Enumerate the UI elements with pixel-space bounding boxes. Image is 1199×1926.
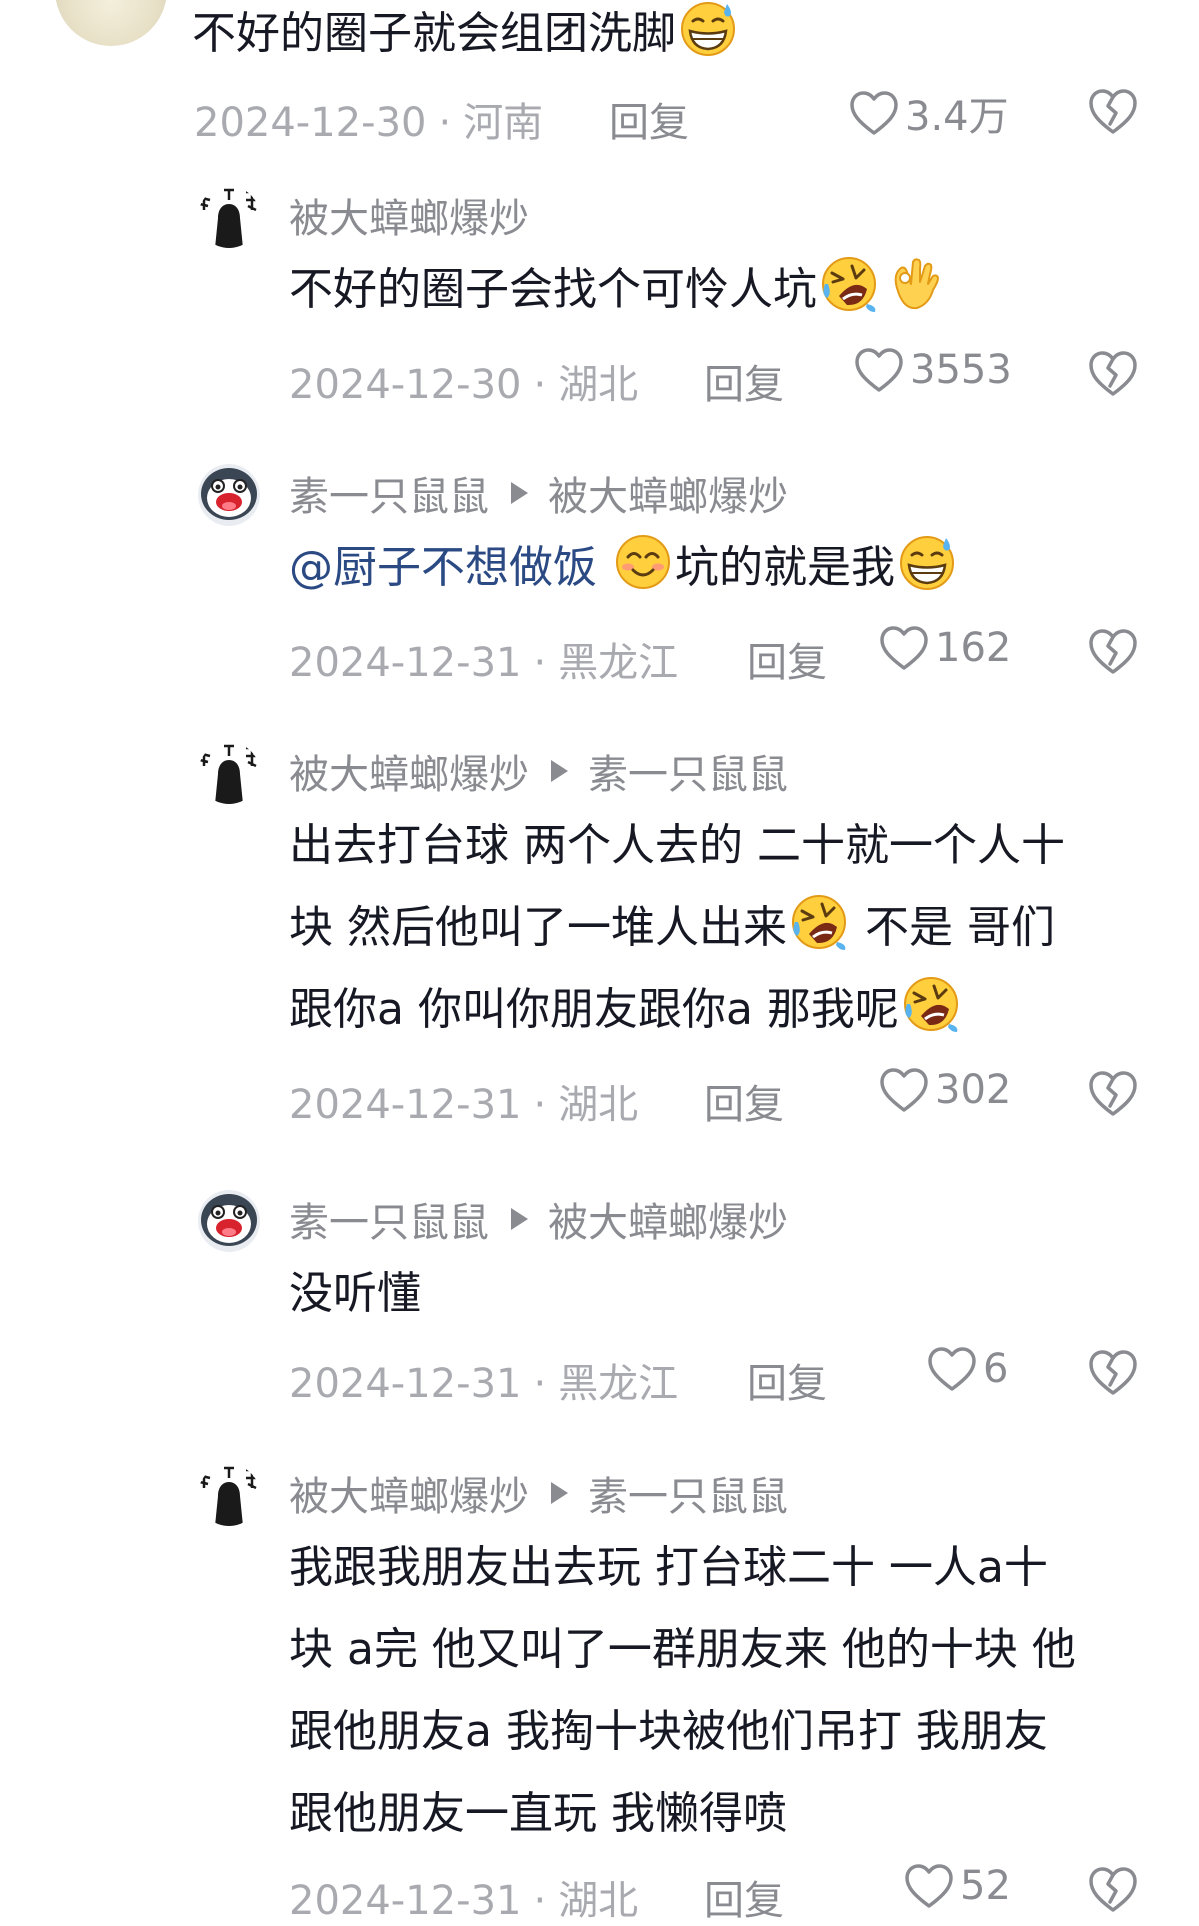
reply-to-name[interactable]: 被大蟑螂爆炒 — [548, 1190, 788, 1248]
reply-arrow-icon — [511, 482, 528, 504]
comment-text-line: 跟你a 你叫你朋友跟你a 那我呢 — [289, 969, 1149, 1051]
comment-text-content: 不好的圈子就会组团洗脚 — [192, 8, 676, 59]
comment-text-line: 跟他朋友一直玩 我懒得喷 — [289, 1788, 787, 1839]
blush-smile-emoji-icon — [613, 532, 673, 592]
like-button[interactable]: 6 — [927, 1345, 1008, 1393]
broken-heart-icon — [1087, 86, 1139, 136]
mention-link[interactable]: @厨子不想做饭 — [289, 542, 597, 593]
dislike-button[interactable] — [1087, 1864, 1139, 1914]
broken-heart-icon — [1087, 1864, 1139, 1914]
comment-date-location: 2024-12-31 · 湖北 — [289, 1878, 639, 1924]
broken-heart-icon — [1087, 348, 1139, 398]
comment-meta: 2024-12-30 · 河南 回复 3.4万 — [194, 84, 1139, 146]
comment-meta: 2024-12-31 · 湖北 回复 52 — [289, 1862, 1139, 1924]
comment-text-content: 不好的圈子会找个可怜人坑 — [289, 264, 817, 315]
avatar[interactable] — [55, 0, 167, 46]
reply-button[interactable]: 回复 — [609, 90, 689, 148]
author-name[interactable]: 被大蟑螂爆炒 — [289, 742, 529, 800]
comment-thread: 不好的圈子就会组团洗脚 2024-12-30 · 河南 回复 3.4万 被大蟑螂爆炒… — [0, 0, 1199, 1924]
avatar[interactable] — [198, 742, 260, 804]
reply-arrow-icon — [511, 1208, 528, 1230]
comment-text: 我跟我朋友出去玩 打台球二十 一人a十 块 a完 他又叫了一群朋友来 他的十块 … — [289, 1527, 1149, 1855]
dislike-button[interactable] — [1087, 348, 1139, 398]
author-line: 被大蟑螂爆炒 — [289, 190, 529, 242]
comment-date-location: 2024-12-31 · 黑龙江 — [289, 640, 679, 686]
like-count: 6 — [983, 1346, 1009, 1392]
like-count: 162 — [935, 625, 1012, 671]
author-line: 被大蟑螂爆炒 素一只鼠鼠 — [289, 1468, 788, 1520]
comment-text: @厨子不想做饭 坑的就是我 — [289, 527, 1149, 609]
like-button[interactable]: 3553 — [854, 346, 1012, 394]
like-button[interactable]: 3.4万 — [849, 84, 1009, 142]
author-line: 素一只鼠鼠 被大蟑螂爆炒 — [289, 1194, 788, 1246]
comment-meta: 2024-12-31 · 湖北 回复 302 — [289, 1066, 1139, 1128]
like-button[interactable]: 302 — [879, 1066, 1011, 1114]
avatar[interactable] — [198, 464, 260, 526]
dislike-button[interactable] — [1087, 1347, 1139, 1397]
broken-heart-icon — [1087, 1068, 1139, 1118]
reply-to-name[interactable]: 素一只鼠鼠 — [588, 1464, 788, 1522]
reply-to-name[interactable]: 素一只鼠鼠 — [588, 742, 788, 800]
like-count: 3553 — [910, 347, 1012, 393]
comment-text: 不好的圈子会找个可怜人坑 — [289, 249, 1149, 331]
author-line: 被大蟑螂爆炒 素一只鼠鼠 — [289, 746, 788, 798]
comment-text-content: 坑的就是我 — [675, 542, 895, 593]
heart-icon — [927, 1345, 977, 1393]
comment-text-line: 我跟我朋友出去玩 打台球二十 一人a十 — [289, 1542, 1048, 1593]
rofl-emoji-icon — [789, 892, 849, 952]
dislike-button[interactable] — [1087, 626, 1139, 676]
comment-text-content: 没听懂 — [289, 1268, 421, 1319]
comment-meta: 2024-12-31 · 黑龙江 回复 162 — [289, 624, 1139, 686]
reply-to-name[interactable]: 被大蟑螂爆炒 — [548, 464, 788, 522]
dislike-button[interactable] — [1087, 86, 1139, 136]
like-button[interactable]: 52 — [904, 1862, 1011, 1910]
avatar[interactable] — [198, 186, 260, 248]
heart-icon — [854, 346, 904, 394]
heart-icon — [904, 1862, 954, 1910]
broken-heart-icon — [1087, 1347, 1139, 1397]
like-count: 302 — [935, 1067, 1012, 1113]
reply-button[interactable]: 回复 — [747, 630, 827, 688]
broken-heart-icon — [1087, 626, 1139, 676]
like-button[interactable]: 162 — [879, 624, 1011, 672]
comment-text-line: 块 然后他叫了一堆人出来 不是 哥们 — [289, 887, 1149, 969]
comment-text-line: 出去打台球 两个人去的 二十就一个人十 — [289, 820, 1065, 871]
comment-date-location: 2024-12-31 · 湖北 — [289, 1082, 639, 1128]
reply-button[interactable]: 回复 — [747, 1351, 827, 1409]
like-count: 3.4万 — [905, 94, 1009, 140]
dislike-button[interactable] — [1087, 1068, 1139, 1118]
reply-arrow-icon — [551, 1482, 568, 1504]
sweat-grin-emoji-icon — [678, 0, 738, 58]
heart-icon — [879, 624, 929, 672]
comment-text-line: 块 a完 他又叫了一群朋友来 他的十块 他 — [289, 1624, 1076, 1675]
avatar[interactable] — [198, 1464, 260, 1526]
like-count: 52 — [960, 1863, 1011, 1909]
reply-button[interactable]: 回复 — [704, 1072, 784, 1130]
comment-text: 没听懂 — [289, 1253, 1149, 1335]
sweat-grin-emoji-icon — [897, 532, 957, 592]
reply-button[interactable]: 回复 — [704, 352, 784, 410]
rofl-emoji-icon — [901, 974, 961, 1034]
heart-icon — [879, 1066, 929, 1114]
ok-hand-emoji-icon — [883, 254, 943, 314]
comment-date-location: 2024-12-31 · 黑龙江 — [289, 1361, 679, 1407]
comment-text: 不好的圈子就会组团洗脚 — [192, 0, 1052, 75]
author-name[interactable]: 被大蟑螂爆炒 — [289, 1464, 529, 1522]
reply-arrow-icon — [551, 760, 568, 782]
author-line: 素一只鼠鼠 被大蟑螂爆炒 — [289, 468, 788, 520]
rofl-emoji-icon — [819, 254, 879, 314]
reply-button[interactable]: 回复 — [704, 1868, 784, 1926]
comment-date-location: 2024-12-30 · 河南 — [194, 100, 544, 146]
heart-icon — [849, 89, 899, 137]
comment-date-location: 2024-12-30 · 湖北 — [289, 362, 639, 408]
author-name[interactable]: 素一只鼠鼠 — [289, 464, 489, 522]
author-name[interactable]: 素一只鼠鼠 — [289, 1190, 489, 1248]
avatar[interactable] — [198, 1190, 260, 1252]
comment-meta: 2024-12-30 · 湖北 回复 3553 — [289, 346, 1139, 408]
author-name[interactable]: 被大蟑螂爆炒 — [289, 186, 529, 244]
comment-meta: 2024-12-31 · 黑龙江 回复 6 — [289, 1345, 1139, 1407]
comment-text-line: 跟他朋友a 我掏十块被他们吊打 我朋友 — [289, 1706, 1048, 1757]
comment-text: 出去打台球 两个人去的 二十就一个人十 块 然后他叫了一堆人出来 不是 哥们 跟… — [289, 805, 1149, 1051]
